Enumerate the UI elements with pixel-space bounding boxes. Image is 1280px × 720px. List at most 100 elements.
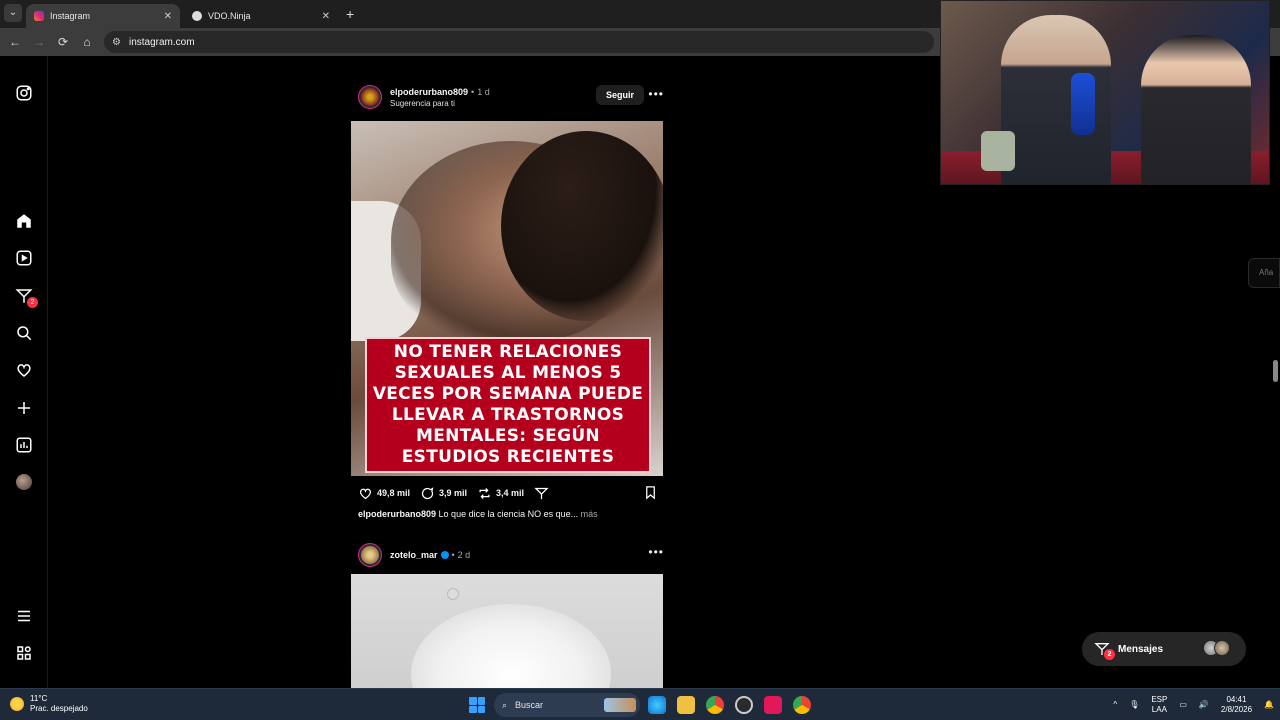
sun-icon [10, 697, 24, 711]
create-plus-icon[interactable] [14, 398, 34, 418]
share-icon [534, 487, 549, 499]
save-button[interactable] [643, 485, 658, 502]
close-icon[interactable]: ✕ [322, 11, 330, 22]
language-indicator[interactable]: ESP LAA [1151, 695, 1167, 715]
post-header: zotelo_mar • 2 d ••• [358, 540, 670, 570]
weather-condition: Prac. despejado [30, 704, 88, 713]
search-icon: ⌕ [502, 699, 508, 710]
search-label: Buscar [515, 700, 544, 710]
post-username[interactable]: zotelo_mar [390, 550, 438, 560]
repost-count: 3,4 mil [496, 488, 525, 498]
tab-instagram[interactable]: Instagram ✕ [26, 4, 180, 28]
post-time[interactable]: 1 d [477, 87, 490, 97]
like-count: 49,8 mil [377, 488, 411, 498]
site-info-icon[interactable]: ⚙ [112, 37, 121, 48]
post-author-avatar[interactable] [358, 543, 382, 567]
share-button[interactable] [534, 486, 549, 501]
separator-dot: • [451, 550, 455, 560]
back-arrow-icon[interactable]: ← [7, 34, 23, 50]
post-actions: 49,8 mil 3,9 mil 3,4 mil [358, 484, 658, 502]
messages-pill-button[interactable]: 2 Mensajes [1082, 632, 1246, 666]
scrollbar[interactable] [1270, 56, 1280, 688]
weather-widget[interactable]: 11°C Prac. despejado [10, 694, 88, 714]
repost-icon [479, 487, 490, 499]
language-top: ESP [1151, 695, 1168, 704]
clock-date: 2/8/2026 [1220, 705, 1253, 714]
post-author-avatar[interactable] [358, 85, 382, 109]
comment-count: 3,9 mil [439, 488, 468, 498]
file-explorer-icon[interactable] [677, 696, 695, 714]
obs-icon[interactable] [735, 696, 753, 714]
edge-icon[interactable] [648, 696, 666, 714]
search-highlight-image [604, 698, 636, 712]
vdo-ninja-favicon-icon [192, 11, 202, 21]
reload-icon[interactable]: ⟳ [55, 34, 71, 50]
instagram-favicon-icon [34, 11, 44, 21]
post-username[interactable]: elpoderurbano809 [390, 87, 468, 97]
home-icon[interactable] [14, 211, 34, 231]
instagram-sidebar: 2 [0, 56, 48, 688]
url-text: instagram.com [128, 36, 195, 48]
verified-badge-icon [440, 551, 449, 559]
new-tab-button[interactable]: + [346, 6, 354, 22]
direct-messages-icon[interactable]: 2 [14, 286, 38, 308]
messages-badge: 2 [27, 297, 38, 308]
tiktok-icon[interactable] [764, 696, 782, 714]
dashboard-icon[interactable] [14, 435, 34, 455]
post-header: elpoderurbano809 • 1 d Sugerencia para t… [358, 82, 670, 112]
search-icon[interactable] [14, 323, 34, 343]
clock[interactable]: 04:41 2/8/2026 [1221, 695, 1252, 715]
scrollbar-thumb[interactable] [1273, 360, 1278, 382]
webcam-overlay [940, 0, 1270, 185]
language-bottom: LAA [1151, 705, 1167, 714]
chrome-icon[interactable] [706, 696, 724, 714]
profile-avatar[interactable] [14, 472, 34, 492]
repost-button[interactable]: 3,4 mil [477, 486, 524, 501]
address-bar[interactable]: ⚙ instagram.com [104, 31, 934, 53]
tab-title: Instagram [50, 11, 91, 21]
volume-icon[interactable]: 🔊 [1199, 700, 1209, 710]
reels-icon[interactable] [14, 248, 34, 268]
avatar [1214, 640, 1230, 656]
comment-icon [421, 486, 434, 499]
clock-time: 04:41 [1226, 695, 1247, 704]
post-time[interactable]: 2 d [458, 550, 471, 560]
tab-search-button[interactable]: ⌄ [4, 4, 22, 22]
system-tray: ^ 🎙 ESP LAA ▭ 🔊 04:41 2/8/2026 🔔 [1107, 689, 1280, 720]
tab-vdo-ninja[interactable]: VDO.Ninja ✕ [184, 4, 338, 28]
messages-label: Mensajes [1118, 643, 1164, 655]
instagram-logo-icon[interactable] [14, 83, 34, 103]
message-avatars [1203, 640, 1230, 656]
post-suggestion-label: Sugerencia para ti [390, 98, 455, 108]
taskbar-search[interactable]: ⌕ Buscar [494, 693, 640, 717]
close-icon[interactable]: ✕ [164, 11, 172, 22]
heart-icon[interactable] [14, 360, 34, 380]
notification-bell-icon[interactable]: 🔔 [1264, 700, 1274, 710]
more-options-icon[interactable]: ••• [648, 87, 664, 101]
caption-text: Lo que dice la ciencia NO es que... [438, 509, 579, 519]
weather-temperature: 11°C [30, 694, 48, 703]
tab-title: VDO.Ninja [208, 11, 251, 21]
comment-button[interactable]: 3,9 mil [420, 486, 467, 501]
more-options-icon[interactable]: ••• [648, 545, 664, 559]
more-apps-icon[interactable] [14, 643, 34, 663]
windows-start-icon[interactable] [469, 697, 485, 713]
post-image[interactable]: NO TENER RELACIONES SEXUALES AL MENOS 5 … [351, 121, 663, 476]
separator-dot: • [471, 86, 475, 97]
chevron-up-icon[interactable]: ^ [1113, 700, 1117, 710]
forward-arrow-icon[interactable]: → [31, 34, 47, 50]
menu-icon[interactable] [14, 606, 34, 626]
image-caption-text: NO TENER RELACIONES SEXUALES AL MENOS 5 … [372, 342, 644, 467]
post-image[interactable] [351, 574, 663, 688]
home-icon[interactable]: ⌂ [79, 34, 95, 50]
follow-button[interactable]: Seguir [596, 85, 644, 105]
like-button[interactable]: 49,8 mil [358, 486, 410, 501]
messages-badge: 2 [1104, 649, 1115, 660]
windows-taskbar: 11°C Prac. despejado ⌕ Buscar ^ 🎙 ESP LA… [0, 688, 1280, 720]
caption-more-link[interactable]: más [581, 509, 598, 519]
chrome-icon[interactable] [793, 696, 811, 714]
heart-icon [359, 488, 372, 499]
microphone-icon[interactable]: 🎙 [1129, 700, 1139, 710]
network-icon[interactable]: ▭ [1179, 700, 1187, 710]
caption-username[interactable]: elpoderurbano809 [358, 509, 436, 519]
